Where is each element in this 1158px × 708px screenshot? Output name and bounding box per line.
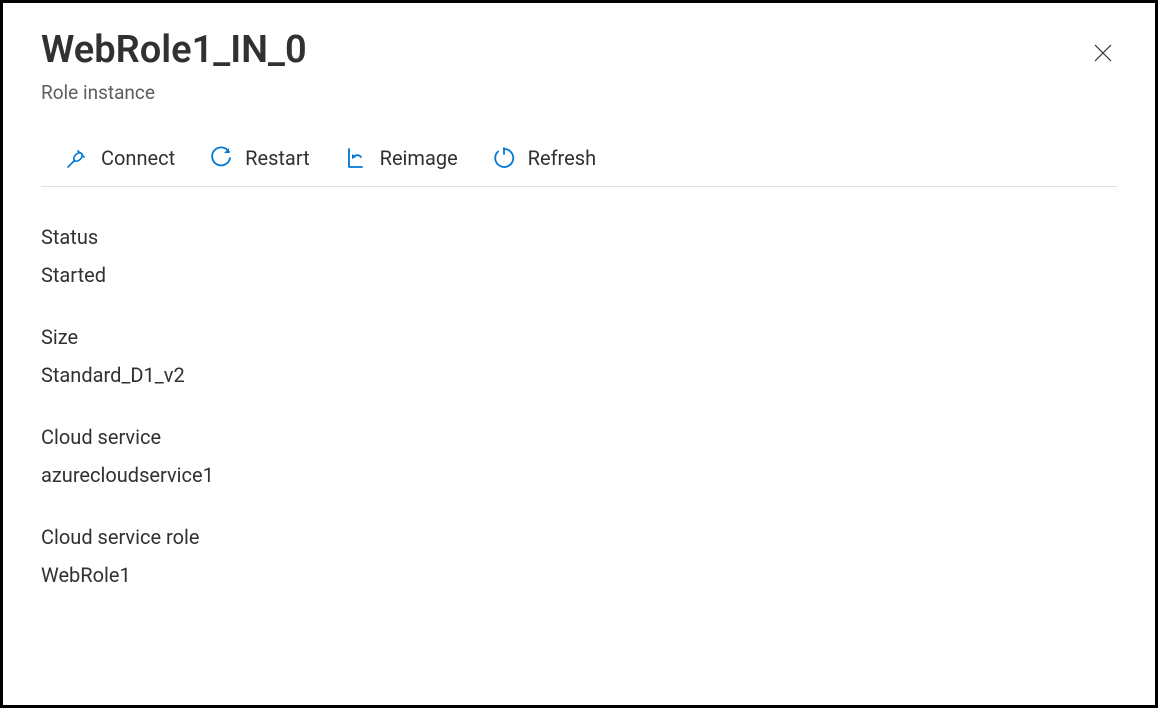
connect-icon [65,146,89,170]
property-cloud-service-role: Cloud service role WebRole1 [41,525,1117,587]
panel-header: WebRole1_IN_0 Role instance [41,27,1117,104]
page-subtitle: Role instance [41,81,307,104]
reimage-icon [344,146,368,170]
cloud-service-value: azurecloudservice1 [41,463,1117,487]
role-instance-panel: WebRole1_IN_0 Role instance Co [3,3,1155,587]
property-size: Size Standard_D1_v2 [41,325,1117,387]
cloud-service-role-label: Cloud service role [41,525,1117,549]
restart-button[interactable]: Restart [209,142,309,174]
connect-label: Connect [101,146,175,170]
cloud-service-role-value: WebRole1 [41,563,1117,587]
command-bar: Connect Restart Reimage [41,142,1117,187]
refresh-label: Refresh [528,146,596,170]
size-label: Size [41,325,1117,349]
close-button[interactable] [1085,35,1121,71]
status-value: Started [41,263,1117,287]
property-status: Status Started [41,225,1117,287]
size-value: Standard_D1_v2 [41,363,1117,387]
refresh-button[interactable]: Refresh [492,142,596,174]
page-title: WebRole1_IN_0 [41,27,307,75]
connect-button[interactable]: Connect [65,142,175,174]
close-icon [1093,51,1113,66]
restart-icon [209,146,233,170]
properties-section: Status Started Size Standard_D1_v2 Cloud… [41,225,1117,587]
restart-label: Restart [245,146,309,170]
reimage-label: Reimage [380,146,458,170]
status-label: Status [41,225,1117,249]
cloud-service-label: Cloud service [41,425,1117,449]
title-block: WebRole1_IN_0 Role instance [41,27,307,104]
reimage-button[interactable]: Reimage [344,142,458,174]
property-cloud-service: Cloud service azurecloudservice1 [41,425,1117,487]
refresh-icon [492,146,516,170]
